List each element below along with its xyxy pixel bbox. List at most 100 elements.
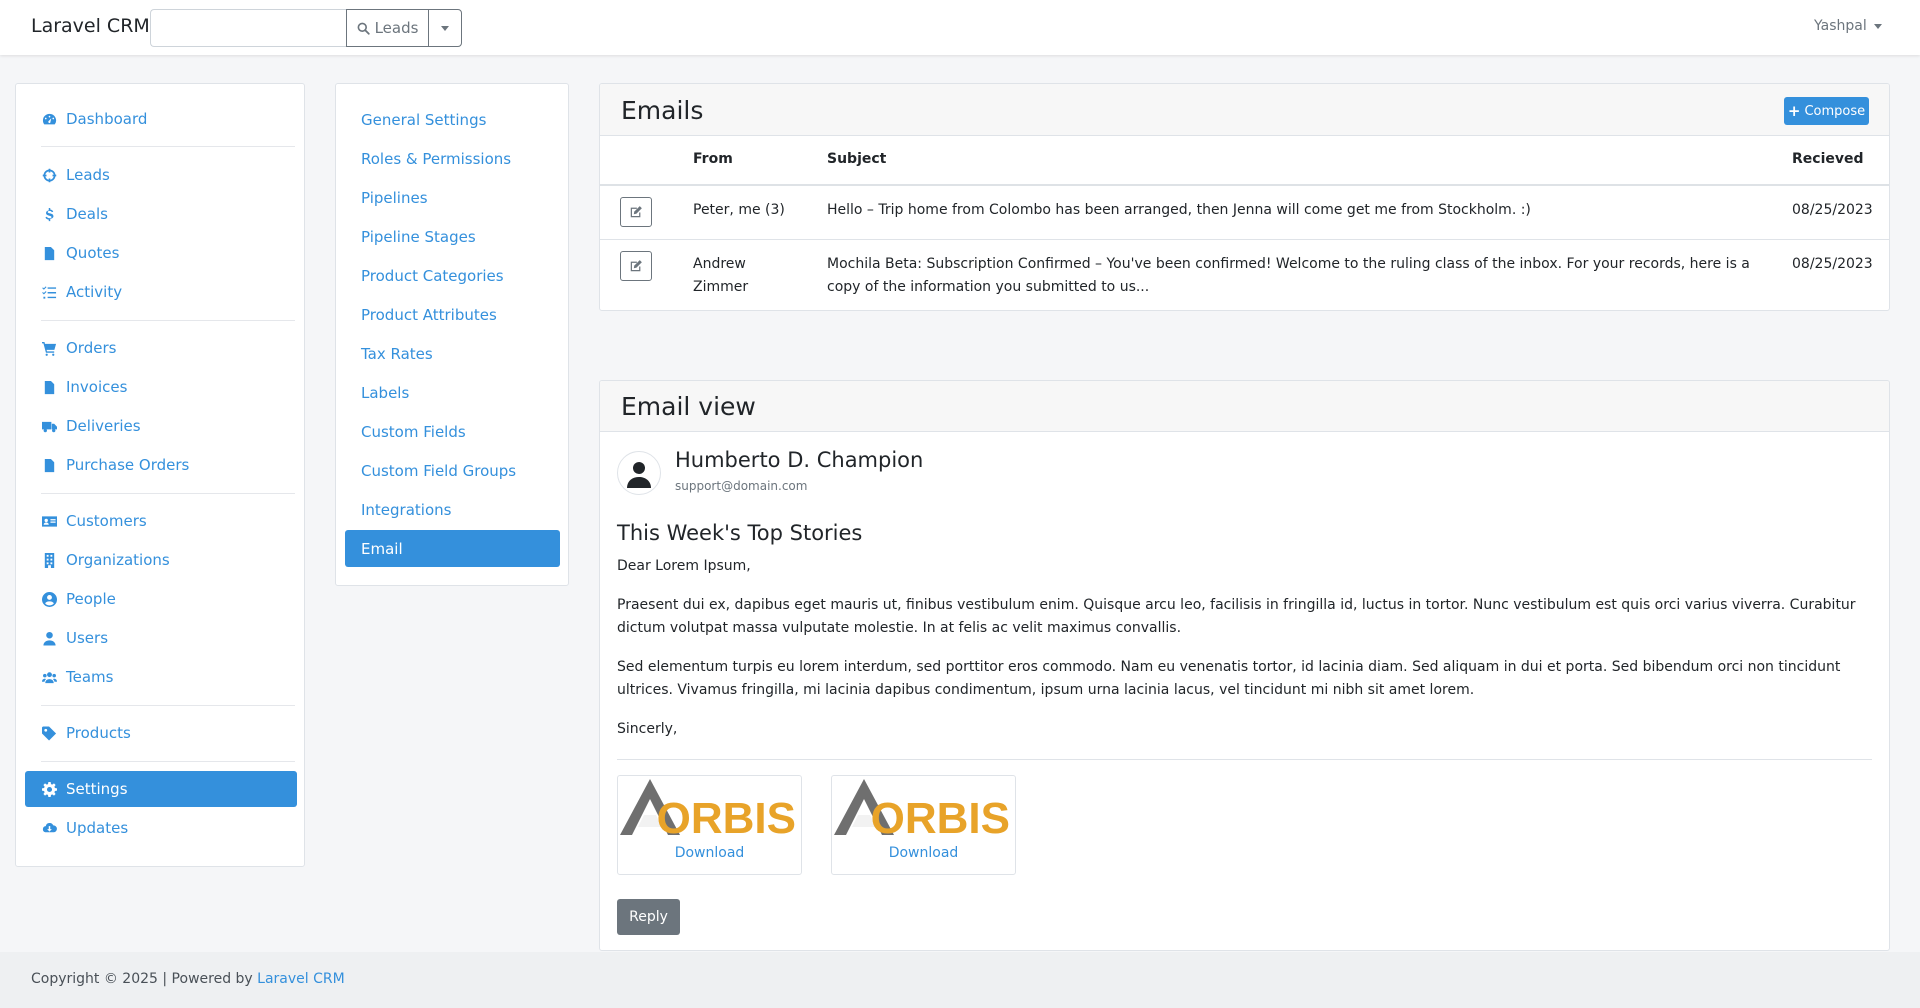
- settings-item-roles[interactable]: Roles & Permissions: [345, 140, 560, 177]
- copyright-text: Copyright © 2025 | Powered by: [31, 971, 253, 987]
- cloud-download-icon: [42, 822, 57, 832]
- column-header-subject: Subject: [827, 151, 887, 167]
- search-button[interactable]: Leads: [346, 9, 429, 47]
- sidebar-item-label: Organizations: [66, 551, 170, 569]
- compose-label: Compose: [1804, 103, 1866, 119]
- download-link[interactable]: Download: [832, 845, 1015, 861]
- compose-button[interactable]: + Compose: [1784, 97, 1869, 125]
- sidebar-divider: [41, 493, 295, 494]
- sidebar-item-label: Activity: [66, 283, 123, 301]
- brand-logo[interactable]: Laravel CRM: [31, 15, 150, 37]
- sidebar-item-label: People: [66, 590, 116, 608]
- tasks-icon: [42, 285, 57, 299]
- emails-card: Emails + Compose From Subject Recieved P…: [599, 83, 1890, 311]
- search-button-label: Leads: [374, 19, 419, 37]
- sidebar-divider: [41, 761, 295, 762]
- sidebar-item-label: Users: [66, 629, 109, 647]
- shopping-cart-icon: [42, 341, 57, 356]
- plus-icon: +: [1787, 101, 1801, 120]
- sidebar-item-users[interactable]: Users: [25, 620, 297, 656]
- sidebar-item-label: Invoices: [66, 378, 128, 396]
- reply-button[interactable]: Reply: [617, 899, 680, 935]
- cog-icon: [42, 781, 57, 797]
- orbis-logo: ORBIS: [834, 779, 1010, 839]
- settings-item-labels[interactable]: Labels: [345, 374, 560, 411]
- footer: Copyright © 2025 | Powered by Laravel CR…: [0, 952, 1920, 1008]
- email-view-header: Email view: [600, 381, 1889, 432]
- column-header-received: Recieved: [1792, 151, 1864, 167]
- sidebar-item-orders[interactable]: Orders: [25, 330, 297, 366]
- chevron-down-icon: [1873, 23, 1882, 29]
- sidebar-item-label: Products: [66, 724, 131, 742]
- settings-item-tax-rates[interactable]: Tax Rates: [345, 335, 560, 372]
- edit-email-button[interactable]: [620, 197, 652, 227]
- sidebar-item-label: Quotes: [66, 244, 120, 262]
- sidebar-item-activity[interactable]: Activity: [25, 274, 297, 310]
- crosshairs-icon: [42, 168, 57, 182]
- settings-item-general[interactable]: General Settings: [345, 101, 560, 138]
- column-header-from: From: [693, 151, 733, 167]
- settings-item-integrations[interactable]: Integrations: [345, 491, 560, 528]
- sidebar-item-purchase-orders[interactable]: Purchase Orders: [25, 447, 297, 483]
- sidebar-item-dashboard[interactable]: Dashboard: [25, 101, 297, 137]
- sidebar-item-products[interactable]: Products: [25, 715, 297, 751]
- settings-item-custom-fields[interactable]: Custom Fields: [345, 413, 560, 450]
- email-from: Peter, me (3): [693, 202, 785, 218]
- sidebar-divider: [41, 146, 295, 147]
- sidebar-item-label: Customers: [66, 512, 147, 530]
- edit-email-button[interactable]: [620, 251, 652, 281]
- email-subject: Mochila Beta: Subscription Confirmed – Y…: [827, 256, 1750, 295]
- sidebar-item-people[interactable]: People: [25, 581, 297, 617]
- footer-text: Copyright © 2025 | Powered by Laravel CR…: [31, 971, 345, 987]
- email-subject: Hello – Trip home from Colombo has been …: [827, 202, 1531, 218]
- search-input[interactable]: [150, 9, 347, 47]
- file-invoice-icon: [44, 246, 55, 260]
- email-view-card: Email view Humberto D. Champion support@…: [599, 380, 1890, 951]
- sidebar-item-organizations[interactable]: Organizations: [25, 542, 297, 578]
- sidebar-divider: [41, 320, 295, 321]
- settings-item-product-categories[interactable]: Product Categories: [345, 257, 560, 294]
- search-icon: [357, 22, 370, 35]
- address-card-icon: [42, 515, 57, 527]
- attachment: ORBIS Download: [831, 775, 1016, 875]
- sidebar-item-customers[interactable]: Customers: [25, 503, 297, 539]
- sidebar-item-leads[interactable]: Leads: [25, 157, 297, 193]
- settings-item-email[interactable]: Email: [345, 530, 560, 567]
- sidebar-item-settings[interactable]: Settings: [25, 771, 297, 807]
- user-menu[interactable]: Yashpal: [1814, 18, 1882, 34]
- sidebar-item-label: Dashboard: [66, 110, 148, 128]
- search-type-dropdown[interactable]: [428, 9, 462, 47]
- sidebar-item-teams[interactable]: Teams: [25, 659, 297, 695]
- sidebar-item-label: Purchase Orders: [66, 456, 190, 474]
- logo-text: ORBIS: [657, 794, 796, 839]
- settings-item-pipeline-stages[interactable]: Pipeline Stages: [345, 218, 560, 255]
- settings-item-product-attributes[interactable]: Product Attributes: [345, 296, 560, 333]
- sidebar-item-updates[interactable]: Updates: [25, 810, 297, 846]
- download-link[interactable]: Download: [618, 845, 801, 861]
- sidebar-item-deliveries[interactable]: Deliveries: [25, 408, 297, 444]
- email-closing: Sincerly,: [617, 721, 678, 737]
- users-icon: [42, 671, 57, 683]
- sidebar-item-label: Deals: [66, 205, 108, 223]
- tag-icon: [42, 725, 57, 741]
- footer-link[interactable]: Laravel CRM: [257, 971, 345, 987]
- avatar: [617, 451, 661, 495]
- email-received: 08/25/2023: [1792, 202, 1873, 218]
- sidebar-item-invoices[interactable]: Invoices: [25, 369, 297, 405]
- file-invoice-icon: [44, 458, 55, 472]
- sidebar-item-label: Settings: [66, 780, 128, 798]
- orbis-logo: ORBIS: [620, 779, 796, 839]
- chevron-down-icon: [441, 25, 449, 31]
- attachment: ORBIS Download: [617, 775, 802, 875]
- tachometer-icon: [42, 113, 57, 124]
- sender-email: support@domain.com: [675, 479, 808, 493]
- email-subject-heading: This Week's Top Stories: [617, 521, 863, 545]
- sidebar-item-deals[interactable]: Deals: [25, 196, 297, 232]
- sidebar-item-quotes[interactable]: Quotes: [25, 235, 297, 271]
- user-icon: [627, 462, 651, 488]
- settings-item-custom-field-groups[interactable]: Custom Field Groups: [345, 452, 560, 489]
- settings-item-pipelines[interactable]: Pipelines: [345, 179, 560, 216]
- emails-card-header: Emails + Compose: [600, 84, 1889, 136]
- top-navbar: Laravel CRM Leads Yashpal: [0, 0, 1920, 55]
- truck-icon: [42, 421, 57, 432]
